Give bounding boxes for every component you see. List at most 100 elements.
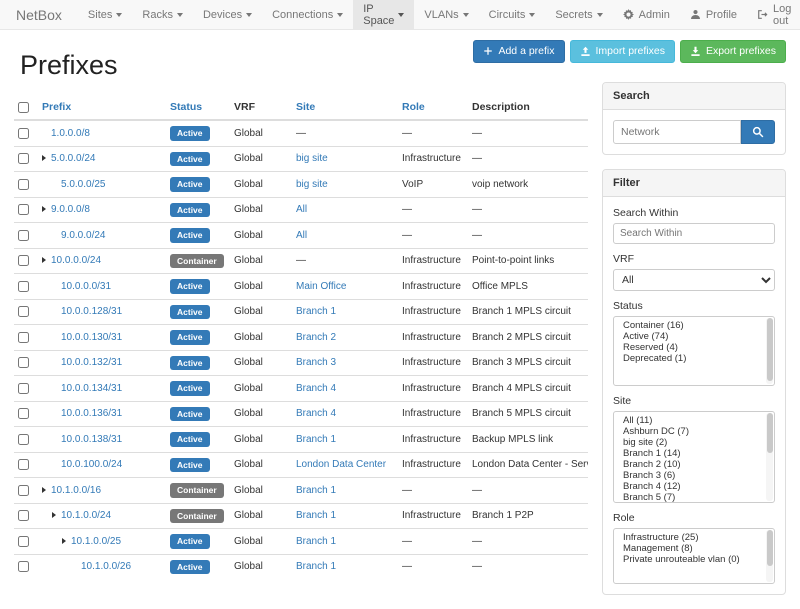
status-filter-listbox[interactable]: Container (16)Active (74)Reserved (4)Dep… (613, 316, 775, 386)
site-link[interactable]: Branch 3 (296, 357, 336, 368)
site-link[interactable]: Branch 1 (296, 306, 336, 317)
site-link[interactable]: London Data Center (296, 459, 386, 470)
nav-item-profile[interactable]: Profile (680, 0, 747, 29)
row-checkbox[interactable] (18, 204, 29, 215)
row-checkbox[interactable] (18, 128, 29, 139)
nav-item-ip-space[interactable]: IP Space (353, 0, 414, 29)
prefix-link[interactable]: 5.0.0.0/24 (51, 153, 95, 164)
netbox-brand[interactable]: NetBox (0, 0, 78, 29)
prefix-link[interactable]: 1.0.0.0/8 (51, 128, 90, 139)
site-link[interactable]: Branch 4 (296, 383, 336, 394)
status-badge[interactable]: Active (170, 305, 210, 320)
site-link[interactable]: Branch 1 (296, 536, 336, 547)
prefix-link[interactable]: 10.1.0.0/24 (61, 510, 111, 521)
nav-item-secrets[interactable]: Secrets (545, 0, 612, 29)
filter-option[interactable]: Management (8) (614, 543, 774, 554)
nav-item-devices[interactable]: Devices (193, 0, 262, 29)
site-link[interactable]: Branch 4 (296, 408, 336, 419)
row-checkbox[interactable] (18, 281, 29, 292)
row-checkbox[interactable] (18, 357, 29, 368)
status-badge[interactable]: Active (170, 177, 210, 192)
status-badge[interactable]: Active (170, 330, 210, 345)
row-checkbox[interactable] (18, 383, 29, 394)
status-badge[interactable]: Active (170, 407, 210, 422)
filter-option[interactable]: Private unrouteable vlan (0) (614, 554, 774, 565)
status-badge[interactable]: Active (170, 126, 210, 141)
status-badge[interactable]: Active (170, 560, 210, 575)
status-badge[interactable]: Active (170, 534, 210, 549)
row-checkbox[interactable] (18, 510, 29, 521)
row-checkbox[interactable] (18, 179, 29, 190)
prefix-link[interactable]: 10.0.0.130/31 (61, 332, 122, 343)
row-checkbox[interactable] (18, 561, 29, 572)
nav-item-admin[interactable]: Admin (613, 0, 680, 29)
prefix-link[interactable]: 10.1.0.0/25 (71, 536, 121, 547)
filter-option[interactable]: All (11) (614, 415, 774, 426)
status-badge[interactable]: Container (170, 254, 224, 269)
site-link[interactable]: Branch 2 (296, 332, 336, 343)
site-link[interactable]: Branch 1 (296, 434, 336, 445)
role-filter-listbox[interactable]: Infrastructure (25)Management (8)Private… (613, 528, 775, 584)
status-badge[interactable]: Active (170, 432, 210, 447)
status-badge[interactable]: Active (170, 279, 210, 294)
add-a-prefix-button[interactable]: Add a prefix (473, 40, 564, 63)
prefix-link[interactable]: 10.0.100.0/24 (61, 459, 122, 470)
filter-option[interactable]: Branch 5 (7) (614, 492, 774, 503)
nav-item-vlans[interactable]: VLANs (414, 0, 478, 29)
site-link[interactable]: Branch 1 (296, 510, 336, 521)
site-link[interactable]: Branch 1 (296, 561, 336, 572)
prefix-link[interactable]: 5.0.0.0/25 (61, 179, 105, 190)
status-badge[interactable]: Active (170, 458, 210, 473)
site-link[interactable]: All (296, 230, 307, 241)
row-checkbox[interactable] (18, 485, 29, 496)
search-input[interactable] (613, 120, 741, 144)
filter-option[interactable]: Branch 2 (10) (614, 459, 774, 470)
status-badge[interactable]: Active (170, 356, 210, 371)
filter-option[interactable]: big site (2) (614, 437, 774, 448)
status-badge[interactable]: Active (170, 228, 210, 243)
filter-option[interactable]: Branch 3 (6) (614, 470, 774, 481)
prefix-link[interactable]: 10.1.0.0/16 (51, 485, 101, 496)
status-badge[interactable]: Active (170, 381, 210, 396)
row-checkbox[interactable] (18, 408, 29, 419)
filter-option[interactable]: Ashburn DC (7) (614, 426, 774, 437)
nav-item-log-out[interactable]: Log out (747, 0, 800, 29)
nav-item-connections[interactable]: Connections (262, 0, 353, 29)
row-checkbox[interactable] (18, 230, 29, 241)
search-within-input[interactable] (613, 223, 775, 244)
sort-column-prefix[interactable]: Prefix (42, 101, 71, 113)
status-badge[interactable]: Active (170, 152, 210, 167)
import-prefixes-button[interactable]: Import prefixes (570, 40, 675, 63)
select-all-checkbox[interactable] (18, 102, 29, 113)
search-button[interactable] (741, 120, 775, 144)
filter-option[interactable]: Infrastructure (25) (614, 532, 774, 543)
site-link[interactable]: big site (296, 179, 328, 190)
prefix-link[interactable]: 10.0.0.134/31 (61, 383, 122, 394)
prefix-link[interactable]: 10.0.0.136/31 (61, 408, 122, 419)
listbox-scrollbar-thumb[interactable] (767, 318, 773, 381)
row-checkbox[interactable] (18, 434, 29, 445)
prefix-link[interactable]: 10.0.0.0/24 (51, 255, 101, 266)
row-checkbox[interactable] (18, 459, 29, 470)
prefix-link[interactable]: 10.0.0.138/31 (61, 434, 122, 445)
filter-option[interactable]: Deprecated (1) (614, 353, 774, 364)
prefix-link[interactable]: 10.0.0.0/31 (61, 281, 111, 292)
sort-column-status[interactable]: Status (170, 101, 202, 113)
nav-item-sites[interactable]: Sites (78, 0, 132, 29)
listbox-scrollbar-thumb[interactable] (767, 530, 773, 566)
filter-option[interactable]: Branch 4 (12) (614, 481, 774, 492)
filter-option[interactable]: Container (16) (614, 320, 774, 331)
filter-option[interactable]: Active (74) (614, 331, 774, 342)
status-badge[interactable]: Container (170, 483, 224, 498)
row-checkbox[interactable] (18, 255, 29, 266)
site-link[interactable]: All (296, 204, 307, 215)
vrf-select[interactable]: All (613, 269, 775, 291)
prefix-link[interactable]: 10.0.0.132/31 (61, 357, 122, 368)
row-checkbox[interactable] (18, 536, 29, 547)
site-link[interactable]: Branch 1 (296, 485, 336, 496)
prefix-link[interactable]: 9.0.0.0/24 (61, 230, 105, 241)
filter-option[interactable]: Reserved (4) (614, 342, 774, 353)
site-filter-listbox[interactable]: All (11)Ashburn DC (7)big site (2) Branch… (613, 411, 775, 503)
row-checkbox[interactable] (18, 306, 29, 317)
sort-column-role[interactable]: Role (402, 101, 425, 113)
